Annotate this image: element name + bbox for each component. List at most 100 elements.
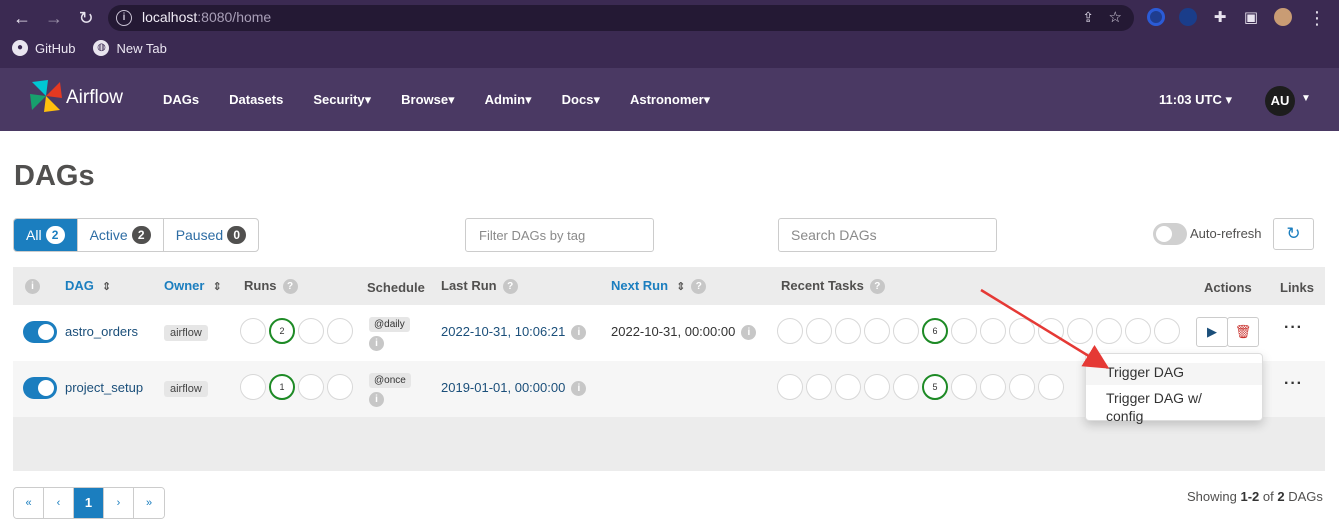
status-filter: All 2 Active 2 Paused 0 <box>13 218 260 252</box>
task-state-circle[interactable] <box>980 374 1006 400</box>
sidepanel-icon[interactable]: ▣ <box>1241 8 1261 28</box>
brand-name[interactable]: Airflow <box>66 87 123 109</box>
menu-admin[interactable]: Admin▾ <box>485 92 532 108</box>
menu-item-trigger-dag-config[interactable]: Trigger DAG w/ config <box>1086 389 1262 425</box>
forward-icon[interactable]: → <box>44 8 64 28</box>
filter-active-button[interactable]: Active 2 <box>78 219 164 251</box>
menu-security[interactable]: Security▾ <box>313 92 371 108</box>
header-last-run: Last Run? <box>441 278 518 295</box>
results-summary: Showing 1-2 of 2 DAGs <box>1187 489 1323 504</box>
pause-toggle[interactable] <box>23 377 57 399</box>
task-state-circle[interactable] <box>864 374 890 400</box>
main-menu: DAGs Datasets Security▾ Browse▾ Admin▾ D… <box>163 92 740 108</box>
header-dag[interactable]: DAG ⇕ <box>65 278 111 293</box>
menu-browse[interactable]: Browse▾ <box>401 92 455 108</box>
search-input[interactable]: Search DAGs <box>778 218 997 252</box>
page-current-button[interactable]: 1 <box>74 488 104 518</box>
last-run-link[interactable]: 2022-10-31, 10:06:21 i <box>441 324 587 341</box>
share-icon[interactable]: ⇪ <box>1082 9 1094 26</box>
dag-id-link[interactable]: project_setup <box>65 380 143 395</box>
task-state-circle[interactable] <box>1009 374 1035 400</box>
task-state-circle[interactable] <box>777 318 803 344</box>
menu-dags[interactable]: DAGs <box>163 92 199 108</box>
profile-avatar-icon[interactable] <box>1274 8 1292 26</box>
tag-filter-input[interactable]: Filter DAGs by tag <box>465 218 654 252</box>
page-prev-button[interactable]: ‹ <box>44 488 74 518</box>
sort-icon: ⇕ <box>676 281 686 293</box>
back-icon[interactable]: ← <box>12 8 32 28</box>
header-info-icon: i <box>25 278 40 295</box>
extension-eu-icon[interactable] <box>1179 8 1197 26</box>
run-state-circle[interactable] <box>240 318 266 344</box>
task-state-circle[interactable] <box>1154 318 1180 344</box>
reload-icon[interactable]: ↻ <box>76 8 96 28</box>
task-state-circle[interactable] <box>893 374 919 400</box>
pause-toggle[interactable] <box>23 321 57 343</box>
filter-all-button[interactable]: All 2 <box>14 219 78 251</box>
task-state-circle[interactable] <box>835 374 861 400</box>
run-state-circle[interactable]: 2 <box>269 318 295 344</box>
task-state-circle[interactable] <box>777 374 803 400</box>
runs-circles: 1 <box>240 374 353 400</box>
run-state-circle[interactable] <box>298 374 324 400</box>
delete-dag-button[interactable]: 🗑 <box>1227 317 1259 347</box>
schedule-badge[interactable]: @once <box>369 373 411 388</box>
refresh-icon: ↻ <box>1286 224 1301 243</box>
page-last-button[interactable]: » <box>134 488 164 518</box>
menu-astronomer[interactable]: Astronomer▾ <box>630 92 710 108</box>
schedule-badge[interactable]: @daily <box>369 317 410 332</box>
airflow-navbar: Airflow DAGs Datasets Security▾ Browse▾ … <box>0 68 1339 131</box>
info-icon[interactable]: i <box>116 10 132 26</box>
run-state-circle[interactable]: 1 <box>269 374 295 400</box>
user-avatar[interactable]: AU <box>1265 86 1295 116</box>
info-icon: i <box>741 325 757 341</box>
kebab-menu-icon[interactable]: ⋮ <box>1307 8 1327 28</box>
extension-icon[interactable] <box>1147 8 1165 26</box>
task-state-circle[interactable] <box>1038 374 1064 400</box>
utc-clock[interactable]: 11:03 UTC ▾ <box>1159 92 1232 108</box>
task-state-circle[interactable]: 5 <box>922 374 948 400</box>
run-state-circle[interactable] <box>298 318 324 344</box>
trigger-dag-button[interactable]: ▶ <box>1196 317 1228 347</box>
page-first-button[interactable]: « <box>14 488 44 518</box>
address-bar[interactable]: i localhost:8080/home ⇪ ☆ <box>108 5 1134 31</box>
dag-id-link[interactable]: astro_orders <box>65 324 138 339</box>
sort-icon: ⇕ <box>101 281 112 293</box>
owner-badge[interactable]: airflow <box>164 381 208 397</box>
task-state-circle[interactable] <box>806 374 832 400</box>
task-state-circle[interactable] <box>1125 318 1151 344</box>
links-menu-icon[interactable]: ··· <box>1284 319 1303 337</box>
last-run-link[interactable]: 2019-01-01, 00:00:00 i <box>441 380 587 397</box>
bookmarks-bar: ● GitHub ◍ New Tab <box>12 40 167 56</box>
task-state-circle[interactable] <box>864 318 890 344</box>
header-runs: Runs? <box>244 278 298 295</box>
task-state-circle[interactable] <box>951 318 977 344</box>
bookmark-github[interactable]: ● GitHub <box>12 40 75 56</box>
header-next-run[interactable]: Next Run ⇕? <box>611 278 707 295</box>
menu-docs[interactable]: Docs▾ <box>562 92 600 108</box>
task-state-circle[interactable] <box>806 318 832 344</box>
run-state-circle[interactable] <box>240 374 266 400</box>
chevron-down-icon[interactable]: ▼ <box>1301 93 1311 104</box>
star-icon[interactable]: ☆ <box>1109 8 1122 26</box>
task-state-circle[interactable]: 6 <box>922 318 948 344</box>
refresh-button[interactable]: ↻ <box>1273 218 1314 250</box>
owner-badge[interactable]: airflow <box>164 325 208 341</box>
run-state-circle[interactable] <box>327 374 353 400</box>
puzzle-icon[interactable]: ✚ <box>1210 8 1230 28</box>
header-links: Links <box>1280 280 1314 295</box>
count-badge: 0 <box>227 226 247 244</box>
autorefresh-toggle[interactable] <box>1153 223 1187 245</box>
bookmark-new-tab[interactable]: ◍ New Tab <box>93 40 167 56</box>
header-owner[interactable]: Owner ⇕ <box>164 278 222 293</box>
run-state-circle[interactable] <box>327 318 353 344</box>
filter-paused-button[interactable]: Paused 0 <box>164 219 258 251</box>
help-icon: ? <box>691 279 707 295</box>
airflow-logo-icon[interactable] <box>28 78 64 114</box>
links-menu-icon[interactable]: ··· <box>1284 375 1303 393</box>
menu-datasets[interactable]: Datasets <box>229 92 283 108</box>
task-state-circle[interactable] <box>951 374 977 400</box>
task-state-circle[interactable] <box>835 318 861 344</box>
task-state-circle[interactable] <box>893 318 919 344</box>
page-next-button[interactable]: › <box>104 488 134 518</box>
